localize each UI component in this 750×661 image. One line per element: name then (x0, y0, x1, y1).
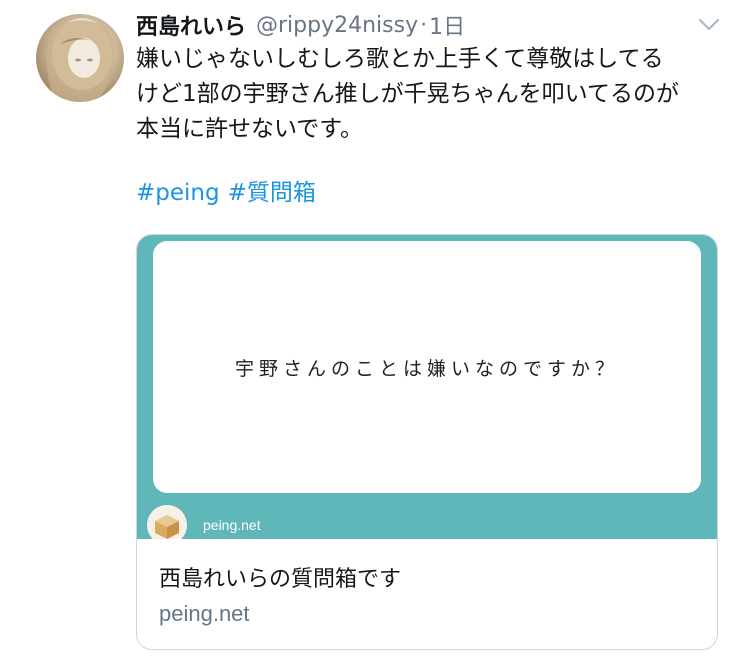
hashtag-link[interactable]: #質問箱 (228, 180, 316, 206)
tweet-header: 西島れいら @rippy24nissy · 1日 (136, 8, 465, 42)
card-domain: peing.net (159, 601, 250, 626)
tweet-timestamp[interactable]: 1日 (429, 9, 465, 41)
chevron-down-icon (698, 18, 720, 31)
user-handle[interactable]: @rippy24nissy (256, 13, 418, 38)
separator-dot: · (420, 12, 428, 38)
question-box: 宇野さんのことは嫌いなのですか？ (153, 241, 701, 493)
tweet-text: 嫌いじゃないしむしろ歌とか上手くて尊敬はしてる けど1部の宇野さん推しが千晃ちゃ… (136, 42, 716, 147)
tweet-text-line: けど1部の宇野さん推しが千晃ちゃんを叩いてるのが (136, 81, 679, 107)
card-image: 宇野さんのことは嫌いなのですか？ peing.net (137, 235, 717, 545)
card-image-site-label: peing.net (203, 517, 261, 533)
tweet-menu-button[interactable] (696, 14, 722, 34)
display-name[interactable]: 西島れいら (136, 9, 246, 41)
avatar-image (47, 18, 115, 102)
hashtag-link[interactable]: #peing (136, 180, 220, 206)
user-avatar[interactable] (36, 14, 124, 102)
hashtag-list: #peing #質問箱 (136, 176, 324, 211)
link-preview-card[interactable]: 宇野さんのことは嫌いなのですか？ peing.net 西島れいらの質問箱です p… (136, 234, 718, 650)
tweet-text-line: 嫌いじゃないしむしろ歌とか上手くて尊敬はしてる (136, 46, 664, 72)
tweet-text-line: 本当に許せないです。 (136, 116, 364, 142)
question-text: 宇野さんのことは嫌いなのですか？ (234, 357, 619, 380)
card-info: 西島れいらの質問箱です peing.net (137, 539, 717, 649)
card-title: 西島れいらの質問箱です (159, 567, 402, 592)
